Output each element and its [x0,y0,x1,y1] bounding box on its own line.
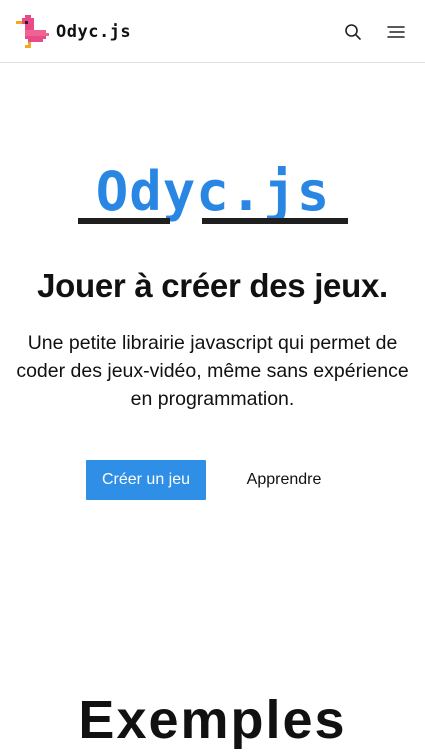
logo-text: Odyc.js [96,160,331,223]
brand-name: Odyc.js [56,21,132,42]
search-button[interactable] [340,19,366,45]
duck-mascot-icon [16,15,49,48]
menu-button[interactable] [383,19,409,45]
create-game-button[interactable]: Créer un jeu [86,460,206,500]
hero-title: Jouer à créer des jeux. [37,267,388,304]
hero-description: Une petite librairie javascript qui perm… [16,332,409,410]
examples-section-heading: Exemples [78,690,347,750]
brand-home-link[interactable]: Odyc.js [16,15,131,48]
logo-underline-right [202,218,348,224]
top-navbar: Odyc.js [0,0,425,63]
logo-underline-left [78,218,170,224]
search-icon [345,24,361,40]
hamburger-menu-icon [387,26,405,38]
learn-button[interactable]: Apprendre [228,460,340,500]
odyc-logo: Odyc.js [78,160,348,224]
